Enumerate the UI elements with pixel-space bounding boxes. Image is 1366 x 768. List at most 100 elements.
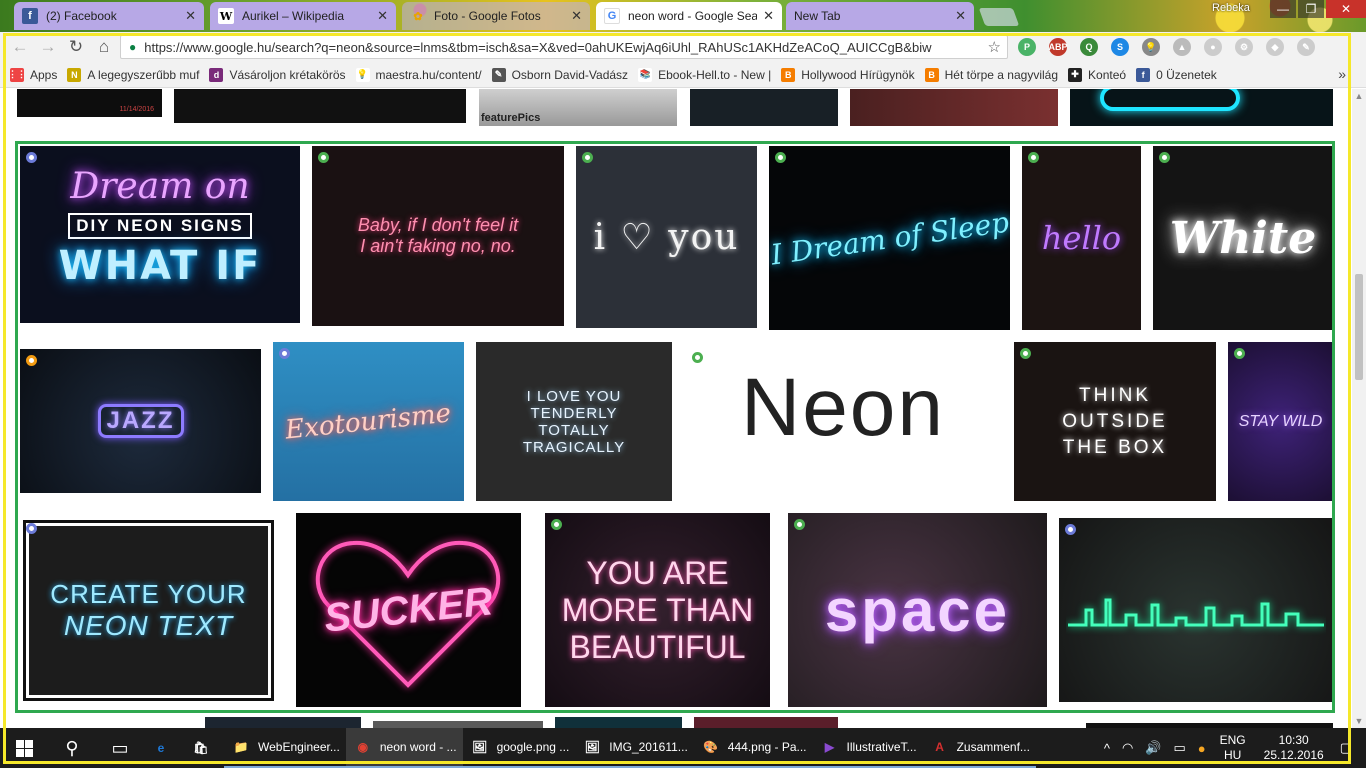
clock[interactable]: 10:30 25.12.2016 <box>1264 733 1324 763</box>
partial-image-9[interactable] <box>555 717 682 728</box>
create-your-neon-text-image[interactable]: CREATE YOUR NEON TEXT <box>20 517 277 704</box>
address-url[interactable]: https://www.google.hu/search?q=neon&sour… <box>144 40 981 55</box>
space-neon-image[interactable]: space <box>788 513 1047 707</box>
address-bar[interactable]: ● https://www.google.hu/search?q=neon&so… <box>120 35 1008 59</box>
puzzle-icon[interactable]: ◆ <box>1266 38 1284 56</box>
partial-image-1[interactable]: 11/14/2016 <box>17 89 162 117</box>
scrollbar-thumb[interactable] <box>1355 274 1363 380</box>
bookmark-item[interactable]: B Hét törpe a nagyvilág <box>924 67 1058 82</box>
notifications-icon[interactable]: ▢ <box>1340 740 1352 756</box>
acrobat-taskbar-app[interactable]: A Zusammenf... <box>922 728 1036 768</box>
close-icon[interactable]: ✕ <box>377 8 388 24</box>
extension-gray-icon[interactable]: ● <box>1204 38 1222 56</box>
partial-image-2[interactable] <box>174 89 466 123</box>
bookmark-item[interactable]: ✚ Konteó <box>1068 67 1126 82</box>
minimize-button[interactable]: — <box>1270 0 1296 18</box>
jazz-neon-image[interactable]: JAZZ <box>20 349 261 493</box>
back-button[interactable]: ← <box>6 34 34 60</box>
language-indicator[interactable]: ENG HU <box>1220 733 1246 763</box>
profile-name[interactable]: Rebeka <box>1212 2 1250 14</box>
bookmark-item[interactable]: 💡 maestra.hu/content/ <box>355 67 482 82</box>
home-button[interactable]: ⌂ <box>90 34 118 60</box>
visual-studio-taskbar-app[interactable]: ▶ IllustrativeT... <box>812 728 923 768</box>
hello-neon-image[interactable]: hello <box>1022 146 1141 330</box>
pushbullet-icon[interactable]: P <box>1018 38 1036 56</box>
bookmark-star-icon[interactable]: ☆ <box>988 38 1001 56</box>
white-neon-image[interactable]: White <box>1153 146 1333 330</box>
maximize-button[interactable]: ❐ <box>1298 0 1324 18</box>
magnifier-ext-icon[interactable]: Q <box>1080 38 1098 56</box>
partial-image-7[interactable] <box>205 717 361 728</box>
bookmarks-overflow-button[interactable]: » <box>1338 66 1346 82</box>
app-label: neon word - ... <box>379 740 457 754</box>
gear-ext-icon[interactable]: ⚙ <box>1235 38 1253 56</box>
partial-image-4[interactable] <box>690 89 838 126</box>
edge-taskbar-icon[interactable]: e <box>144 728 184 768</box>
paint-taskbar-app[interactable]: 🎨 444.png - Pa... <box>693 728 813 768</box>
vertical-scrollbar[interactable]: ▲ ▼ <box>1352 89 1366 728</box>
clock-date: 25.12.2016 <box>1263 748 1324 762</box>
exotourisme-neon-image[interactable]: Exotourisme <box>273 342 464 501</box>
partial-image-10[interactable] <box>694 717 838 728</box>
wifi-icon[interactable]: ◠ <box>1122 740 1133 756</box>
bookmark-item[interactable]: d Vásároljon krétakörös <box>209 67 346 82</box>
bookmark-item[interactable]: B Hollywood Hírügynök <box>781 67 915 82</box>
skyline-neon-image[interactable] <box>1059 518 1333 702</box>
tray-app-icon[interactable]: ● <box>1198 741 1206 756</box>
lightbulb-icon[interactable]: 💡 <box>1142 38 1160 56</box>
start-button[interactable] <box>0 728 48 768</box>
drive-icon[interactable]: ▲ <box>1173 38 1191 56</box>
badge-icon <box>26 152 37 163</box>
partial-image-5[interactable] <box>850 89 1058 126</box>
image-text: STAY WILD <box>1238 412 1323 430</box>
photo-google-taskbar-app[interactable]: 🖼 google.png ... <box>462 728 576 768</box>
tab-google-photos[interactable]: ✿ Foto - Google Fotos ✕ <box>402 2 590 30</box>
close-icon[interactable]: ✕ <box>955 8 966 24</box>
i-dream-of-sleep-neon-image[interactable]: I Dream of Sleep <box>769 146 1010 330</box>
close-window-button[interactable]: ✕ <box>1326 0 1366 18</box>
task-view-icon[interactable]: ▭ <box>96 728 144 768</box>
explorer-taskbar-app[interactable]: 📁 WebEngineer... <box>224 728 346 768</box>
new-tab-button[interactable] <box>978 8 1020 26</box>
scroll-up-arrow-icon[interactable]: ▲ <box>1354 91 1364 101</box>
chrome-taskbar-app[interactable]: ◉ neon word - ... <box>345 728 463 768</box>
i-love-you-tenderly-neon-image[interactable]: I LOVE YOU TENDERLY TOTALLY TRAGICALLY <box>476 342 672 501</box>
close-icon[interactable]: ✕ <box>571 8 582 24</box>
close-icon[interactable]: ✕ <box>763 8 774 24</box>
volume-icon[interactable]: 🔊 <box>1145 740 1161 756</box>
partial-image-3[interactable]: featurePics <box>479 89 677 126</box>
i-love-you-neon-image[interactable]: i ♡ you <box>576 146 757 328</box>
image-text: WHAT IF <box>58 243 262 289</box>
tab-wikipedia[interactable]: W Aurikel – Wikipedia ✕ <box>210 2 396 30</box>
partial-image-6[interactable] <box>1070 89 1333 126</box>
store-taskbar-icon[interactable]: 🛍 <box>184 728 224 768</box>
bookmark-item[interactable]: f 0 Üzenetek <box>1136 67 1217 82</box>
think-outside-the-box-neon-image[interactable]: THINK OUTSIDE THE BOX <box>1014 342 1216 501</box>
stay-wild-neon-image[interactable]: STAY WILD <box>1228 342 1333 501</box>
battery-icon[interactable]: ▭ <box>1173 740 1185 756</box>
dream-on-diy-neon-image[interactable]: Dream on DIY NEON SIGNS WHAT IF <box>20 146 300 323</box>
tab-new-tab[interactable]: New Tab ✕ <box>786 2 974 30</box>
baby-neon-image[interactable]: Baby, if I don't feel it I ain't faking … <box>312 146 564 326</box>
pin-icon[interactable]: ✎ <box>1297 38 1315 56</box>
bookmark-item[interactable]: ✎ Osborn David-Vadász <box>491 67 628 82</box>
bookmark-item[interactable]: ⋮⋮ Apps <box>8 67 57 82</box>
close-icon[interactable]: ✕ <box>185 8 196 24</box>
adblock-icon[interactable]: ABP <box>1049 38 1068 56</box>
scroll-down-arrow-icon[interactable]: ▼ <box>1354 716 1364 726</box>
neon-vector-text-image[interactable]: Neon <box>684 346 1002 470</box>
tab-facebook[interactable]: f (2) Facebook ✕ <box>14 2 204 30</box>
you-are-more-than-beautiful-neon-image[interactable]: YOU ARE MORE THAN BEAUTIFUL <box>545 513 770 707</box>
skype-icon[interactable]: S <box>1111 38 1129 56</box>
partial-image-8[interactable] <box>373 721 543 728</box>
forward-button[interactable]: → <box>34 34 62 60</box>
window-controls: — ❐ ✕ <box>1268 0 1366 18</box>
show-hidden-icons-icon[interactable]: ^ <box>1104 741 1110 756</box>
tab-neon-word-google-search[interactable]: G neon word - Google Sea ✕ <box>596 2 782 30</box>
reload-button[interactable]: ↻ <box>62 34 90 60</box>
search-icon[interactable]: ⚲ <box>48 728 96 768</box>
bookmark-item[interactable]: N A legegyszerűbb muf <box>67 67 199 82</box>
sucker-heart-neon-image[interactable]: SUCKER <box>296 513 521 707</box>
bookmark-item[interactable]: 📚 Ebook-Hell.to - New | <box>638 67 771 82</box>
photo-img-taskbar-app[interactable]: 🖼 IMG_201611... <box>575 728 694 768</box>
